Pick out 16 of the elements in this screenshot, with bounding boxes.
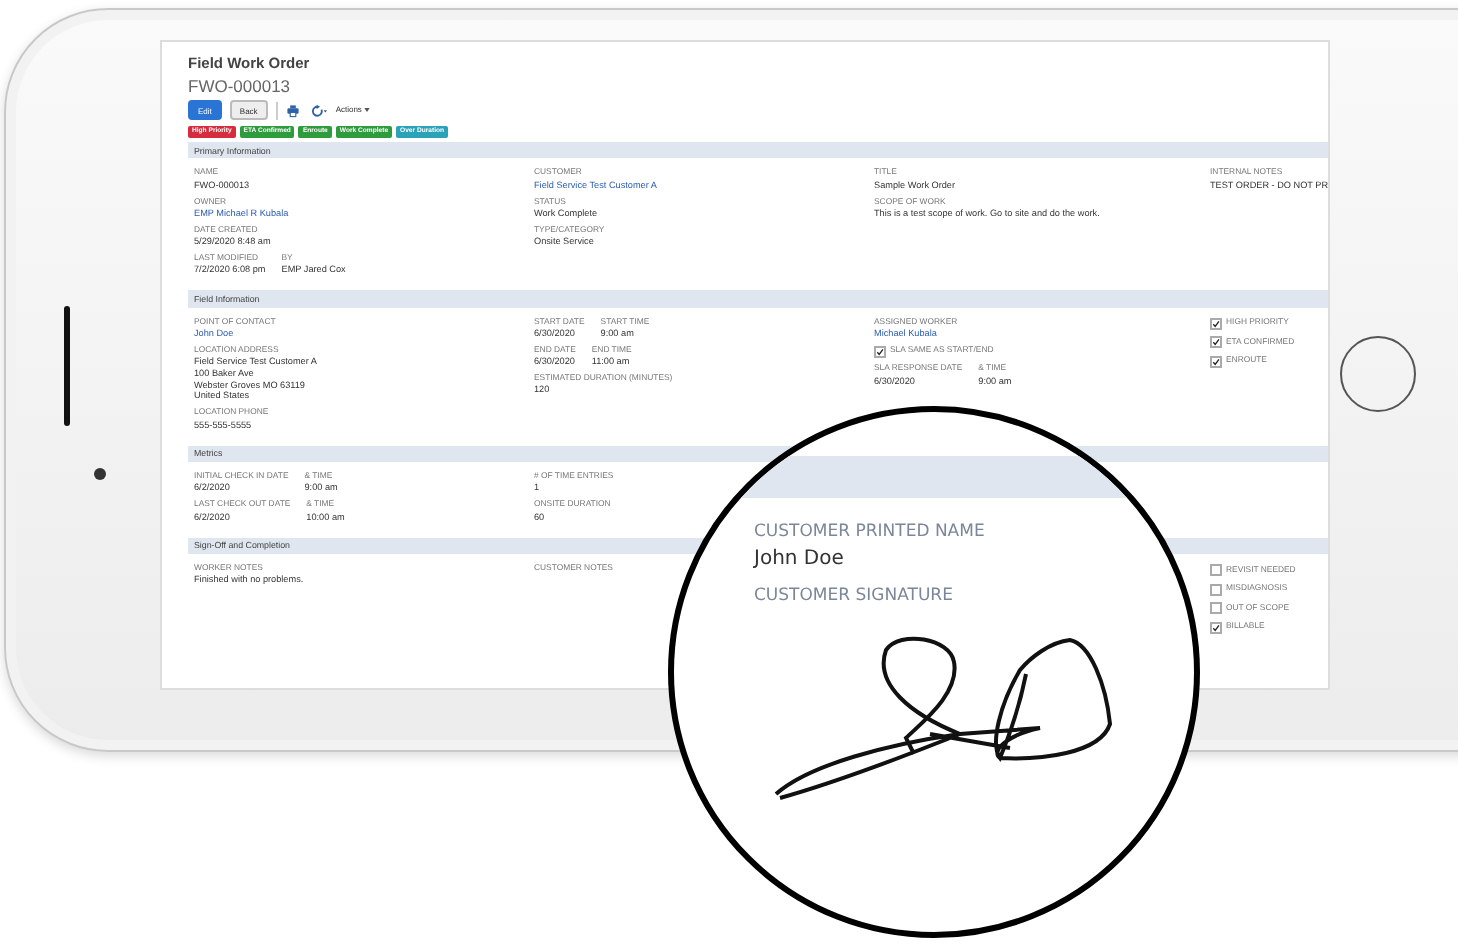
caret-icon bbox=[363, 108, 370, 113]
field-value: John Doe bbox=[754, 548, 844, 570]
checkbox[interactable] bbox=[874, 345, 886, 358]
field-label: CUSTOMER PRINTED NAME bbox=[754, 522, 985, 542]
speaker-slot bbox=[64, 306, 70, 426]
checkbox[interactable] bbox=[1210, 336, 1222, 349]
field-label: CUSTOMER SIGNATURE bbox=[754, 586, 953, 606]
checkbox[interactable] bbox=[1210, 602, 1222, 615]
checkbox[interactable] bbox=[1210, 317, 1222, 330]
record-number: FWO-000013 bbox=[188, 77, 293, 97]
refresh-icon[interactable] bbox=[307, 103, 328, 118]
checkbox[interactable] bbox=[1210, 621, 1222, 634]
checkbox[interactable] bbox=[1210, 355, 1222, 368]
print-icon[interactable] bbox=[285, 103, 300, 118]
checkbox[interactable] bbox=[1210, 564, 1222, 577]
checkbox[interactable] bbox=[1210, 583, 1222, 596]
